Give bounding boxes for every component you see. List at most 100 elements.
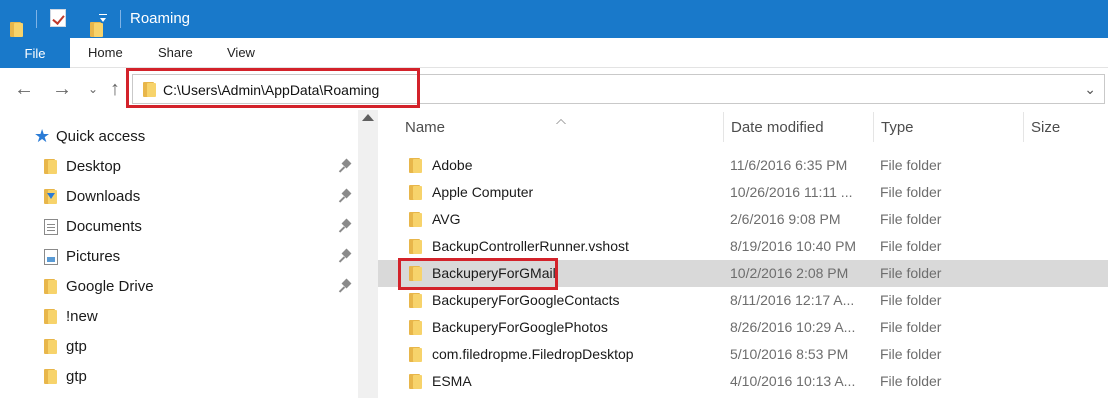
- folder-icon: [409, 347, 423, 362]
- file-row-selected[interactable]: BackuperyForGMail 10/2/2016 2:08 PM File…: [378, 260, 1108, 287]
- sidebar-item-desktop[interactable]: Desktop: [0, 152, 358, 182]
- folder-icon: [44, 309, 58, 324]
- file-row[interactable]: ESMA 4/10/2016 10:13 A... File folder: [378, 368, 1108, 395]
- file-row[interactable]: AVG 2/6/2016 9:08 PM File folder: [378, 206, 1108, 233]
- column-header-label: Date modified: [731, 119, 824, 136]
- sidebar-item-label: !new: [66, 308, 98, 325]
- quick-access[interactable]: ★ Quick access: [0, 122, 358, 152]
- folder-icon: [409, 293, 423, 308]
- file-type: File folder: [880, 292, 942, 308]
- column-header-label: Type: [881, 119, 914, 136]
- sidebar-item-label: Downloads: [66, 188, 141, 205]
- sidebar-item-gtp[interactable]: gtp: [0, 332, 358, 362]
- up-icon[interactable]: ↑: [110, 78, 120, 101]
- file-type: File folder: [880, 211, 942, 227]
- sort-ascending-icon: [556, 119, 566, 124]
- tab-home[interactable]: Home: [88, 45, 123, 60]
- forward-icon[interactable]: →: [52, 78, 72, 101]
- column-header-name[interactable]: Name: [378, 110, 723, 146]
- sidebar-item-label: Documents: [66, 218, 142, 235]
- column-header-type[interactable]: Type: [874, 110, 1024, 146]
- sidebar-item-documents[interactable]: Documents: [0, 212, 358, 242]
- folder-icon: [44, 339, 58, 354]
- tab-file[interactable]: File: [0, 38, 70, 68]
- sidebar-item-new[interactable]: !new: [0, 302, 358, 332]
- navigation-bar: ← → ⌄ ↑ C:\Users\Admin\AppData\Roaming ⌄: [0, 68, 1108, 110]
- folder-icon: [10, 21, 24, 37]
- folder-icon: [143, 82, 157, 97]
- file-date-modified: 8/11/2016 12:17 A...: [730, 292, 855, 308]
- folder-icon: [409, 239, 423, 254]
- folder-icon: [44, 279, 58, 294]
- file-name: Adobe: [432, 157, 473, 173]
- file-type: File folder: [880, 238, 942, 254]
- sidebar-item-gtp-2[interactable]: gtp: [0, 362, 358, 392]
- file-type: File folder: [880, 184, 942, 200]
- quick-access-label: Quick access: [56, 128, 146, 145]
- sidebar-item-label: Google Drive: [66, 278, 154, 295]
- file-row[interactable]: com.filedropme.FiledropDesktop 5/10/2016…: [378, 341, 1108, 368]
- navigation-pane: ★ Quick access Desktop Downloads Documen…: [0, 110, 358, 398]
- file-name: BackuperyForGooglePhotos: [432, 319, 608, 335]
- file-date-modified: 5/10/2016 8:53 PM: [730, 346, 849, 362]
- file-name: BackuperyForGMail: [432, 265, 556, 281]
- tab-share[interactable]: Share: [158, 45, 193, 60]
- file-name: BackuperyForGoogleContacts: [432, 292, 620, 308]
- folder-icon: [44, 159, 58, 174]
- file-date-modified: 11/6/2016 6:35 PM: [730, 157, 848, 173]
- column-header-date-modified[interactable]: Date modified: [724, 110, 874, 146]
- file-list: Name Date modified Type Size Adobe 11/6/…: [378, 110, 1108, 398]
- folder-icon: [409, 374, 423, 389]
- column-header-label: Size: [1031, 119, 1061, 136]
- file-type: File folder: [880, 346, 942, 362]
- file-date-modified: 10/2/2016 2:08 PM: [730, 265, 849, 281]
- file-name: BackupControllerRunner.vshost: [432, 238, 629, 254]
- divider: [36, 10, 37, 28]
- file-type: File folder: [880, 319, 942, 335]
- address-bar[interactable]: C:\Users\Admin\AppData\Roaming ⌄: [132, 74, 1105, 104]
- folder-icon: [409, 158, 423, 173]
- navigation-scrollbar[interactable]: [358, 110, 378, 398]
- file-date-modified: 2/6/2016 9:08 PM: [730, 211, 841, 227]
- sidebar-item-pictures[interactable]: Pictures: [0, 242, 358, 272]
- file-date-modified: 8/19/2016 10:40 PM: [730, 238, 857, 254]
- scroll-up-icon[interactable]: [362, 114, 374, 121]
- sidebar-item-downloads[interactable]: Downloads: [0, 182, 358, 212]
- sidebar-item-google-drive[interactable]: Google Drive: [0, 272, 358, 302]
- folder-icon: [409, 185, 423, 200]
- sidebar-item-label: Desktop: [66, 158, 122, 175]
- file-date-modified: 10/26/2016 11:11 ...: [730, 184, 853, 200]
- file-date-modified: 8/26/2016 10:29 A...: [730, 319, 856, 335]
- file-row[interactable]: BackuperyForGoogleContacts 8/11/2016 12:…: [378, 287, 1108, 314]
- title-bar: Roaming: [0, 0, 1108, 38]
- file-date-modified: 4/10/2016 10:13 A...: [730, 373, 856, 389]
- file-row[interactable]: Apple Computer 10/26/2016 11:11 ... File…: [378, 179, 1108, 206]
- file-row[interactable]: BackuperyForGooglePhotos 8/26/2016 10:29…: [378, 314, 1108, 341]
- file-name: Apple Computer: [432, 184, 534, 200]
- file-name: com.filedropme.FiledropDesktop: [432, 346, 634, 362]
- column-header-size[interactable]: Size: [1024, 110, 1108, 146]
- file-type: File folder: [880, 157, 942, 173]
- chevron-down-icon[interactable]: ⌄: [1084, 81, 1096, 98]
- file-type: File folder: [880, 373, 942, 389]
- address-path[interactable]: C:\Users\Admin\AppData\Roaming: [163, 82, 379, 98]
- sidebar-item-label: gtp: [66, 368, 87, 385]
- folder-icon: [409, 266, 423, 281]
- file-row[interactable]: BackupControllerRunner.vshost 8/19/2016 …: [378, 233, 1108, 260]
- download-arrow-icon: [47, 193, 55, 199]
- file-row[interactable]: Adobe 11/6/2016 6:35 PM File folder: [378, 152, 1108, 179]
- pictures-icon: [44, 249, 58, 265]
- properties-icon[interactable]: [50, 9, 66, 27]
- tab-view[interactable]: View: [227, 45, 255, 60]
- back-icon[interactable]: ←: [14, 78, 34, 101]
- file-name: AVG: [432, 211, 461, 227]
- recent-locations-icon[interactable]: ⌄: [88, 82, 98, 96]
- divider: [120, 10, 121, 28]
- window-title: Roaming: [130, 10, 191, 27]
- sidebar-item-label: gtp: [66, 338, 87, 355]
- star-icon: ★: [34, 126, 51, 146]
- file-name: ESMA: [432, 373, 472, 389]
- ribbon-tabs: File Home Share View: [0, 38, 1108, 68]
- new-folder-icon[interactable]: [90, 21, 104, 37]
- column-header-label: Name: [405, 119, 446, 136]
